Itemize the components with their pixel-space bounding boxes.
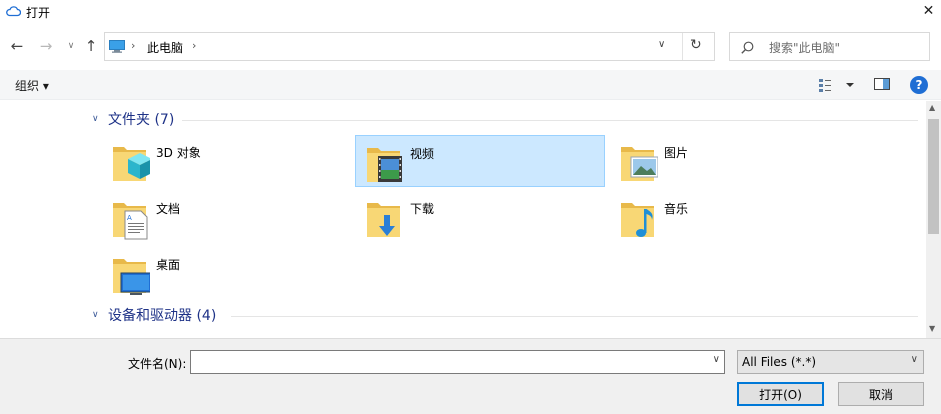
folder-name: 桌面	[156, 258, 181, 272]
refresh-icon[interactable]: ↻	[690, 37, 702, 53]
search-input[interactable]: 搜索"此电脑"	[729, 32, 930, 61]
folder-name: 3D 对象	[156, 146, 201, 160]
folder-item-videos[interactable]: 视频	[355, 135, 605, 187]
pictures-icon	[621, 147, 658, 181]
preview-pane-icon[interactable]	[874, 78, 890, 90]
title-bar: 打开 ✕	[0, 0, 941, 24]
breadcrumb-this-pc[interactable]: 此电脑	[147, 39, 183, 56]
folder-item-3d-objects[interactable]: 3D 对象	[102, 135, 352, 187]
folder-name: 图片	[664, 146, 689, 160]
file-list[interactable]: ∨ 文件夹 (7) 3D 对象 视频 图片 A 文档 下载 音乐 桌面 ∨ 设备…	[86, 101, 926, 338]
window-title: 打开	[26, 6, 51, 20]
forward-button[interactable]: →	[37, 36, 55, 56]
navigation-pane[interactable]	[0, 101, 86, 338]
3d-objects-icon	[113, 147, 150, 181]
documents-icon: A	[113, 203, 148, 240]
folder-item-music[interactable]: 音乐	[610, 191, 860, 243]
cloud-icon	[6, 6, 21, 17]
chevron-down-icon: ∨	[67, 41, 75, 51]
up-arrow-icon: ↑	[84, 37, 98, 55]
folder-name: 文档	[156, 202, 181, 216]
folder-item-desktop[interactable]: 桌面	[102, 247, 352, 299]
recent-locations-button[interactable]: ∨	[62, 36, 80, 56]
forward-arrow-icon: →	[39, 37, 53, 55]
desktop-icon	[113, 259, 150, 295]
filename-field[interactable]: ∨	[190, 350, 725, 374]
breadcrumb-separator[interactable]: ›	[192, 39, 196, 52]
file-type-value: All Files (*.*)	[742, 355, 817, 369]
filename-label: 文件名(N):	[128, 357, 187, 371]
group-header-label: 文件夹 (7)	[108, 112, 175, 128]
folder-name: 音乐	[664, 202, 689, 216]
search-placeholder: 搜索"此电脑"	[769, 41, 841, 55]
search-icon	[741, 41, 754, 54]
chevron-down-icon: ∨	[92, 114, 99, 124]
folder-item-downloads[interactable]: 下载	[356, 191, 606, 243]
group-header-folders[interactable]: ∨ 文件夹 (7)	[92, 109, 174, 129]
open-button[interactable]: 打开(O)	[737, 382, 824, 406]
address-divider	[682, 33, 683, 60]
group-divider	[231, 316, 918, 317]
music-icon	[621, 203, 654, 237]
change-view-icon[interactable]	[818, 76, 858, 94]
scroll-up-icon[interactable]: ▲	[929, 103, 935, 112]
chevron-down-icon: ∨	[92, 310, 99, 320]
close-icon: ✕	[922, 3, 935, 19]
help-button[interactable]: ?	[910, 76, 928, 94]
folder-name: 视频	[410, 147, 435, 161]
chevron-down-icon[interactable]: ∨	[713, 354, 720, 365]
this-pc-icon	[109, 40, 125, 53]
cancel-button[interactable]: 取消	[838, 382, 924, 406]
breadcrumb-separator[interactable]: ›	[131, 39, 135, 52]
dialog-footer: 文件名(N): ∨ All Files (*.*) ∨ 打开(O) 取消	[0, 338, 941, 414]
group-header-drives[interactable]: ∨ 设备和驱动器 (4)	[92, 305, 216, 325]
up-button[interactable]: ↑	[82, 36, 100, 56]
address-dropdown-icon[interactable]: ∨	[658, 39, 665, 50]
scroll-down-icon[interactable]: ▼	[929, 324, 935, 333]
videos-icon	[367, 148, 402, 182]
back-button[interactable]: ←	[8, 36, 26, 56]
organize-button[interactable]: 组织 ▾	[15, 77, 49, 94]
address-bar[interactable]: › 此电脑 › ∨ ↻	[104, 32, 715, 61]
command-bar: 组织 ▾ ?	[0, 70, 941, 100]
back-arrow-icon: ←	[10, 37, 24, 55]
folder-item-documents[interactable]: A 文档	[102, 191, 352, 243]
group-header-label: 设备和驱动器 (4)	[108, 308, 217, 324]
folder-item-pictures[interactable]: 图片	[610, 135, 860, 187]
downloads-icon	[367, 203, 400, 237]
file-type-select[interactable]: All Files (*.*) ∨	[737, 350, 924, 374]
close-button[interactable]: ✕	[916, 0, 941, 22]
chevron-down-icon: ∨	[910, 354, 918, 365]
help-icon: ?	[915, 78, 923, 92]
group-divider	[182, 120, 918, 121]
svg-text:A: A	[127, 214, 132, 222]
scroll-thumb[interactable]	[928, 119, 939, 234]
vertical-scrollbar[interactable]: ▲ ▼	[926, 101, 941, 338]
folder-name: 下载	[410, 202, 435, 216]
